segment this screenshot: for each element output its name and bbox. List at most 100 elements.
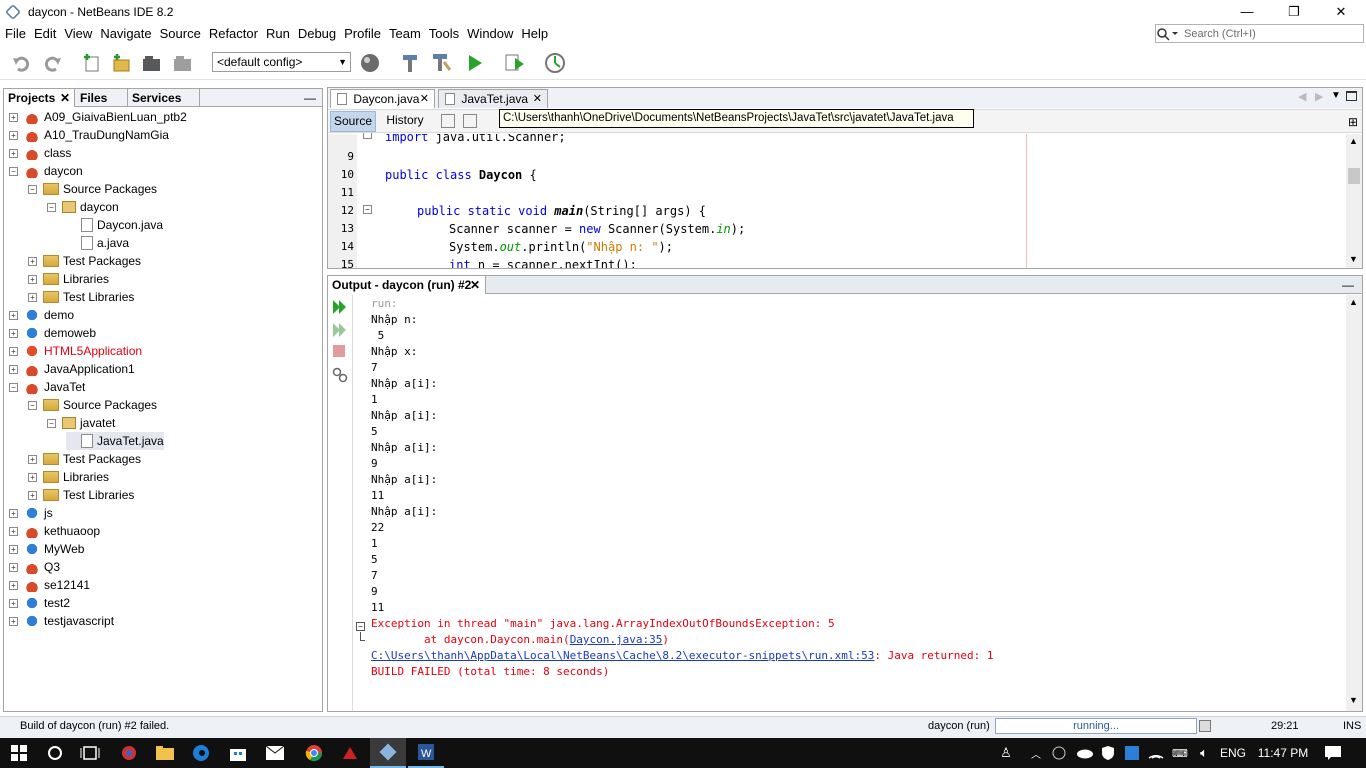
tree-node[interactable]: + Test Libraries <box>28 486 134 504</box>
maximize-window-icon[interactable] <box>1346 91 1357 101</box>
expand-icon[interactable]: + <box>9 562 18 572</box>
menu-view[interactable]: View <box>60 23 96 45</box>
tab-scroll-right-icon[interactable]: ▶ <box>1315 90 1323 103</box>
expand-icon[interactable]: + <box>9 544 18 554</box>
new-project-icon[interactable] <box>110 52 132 74</box>
expand-icon[interactable]: + <box>9 112 18 122</box>
chrome-icon[interactable] <box>303 738 325 768</box>
stack-trace-link[interactable]: Daycon.java:35 <box>570 633 663 646</box>
menu-window[interactable]: Window <box>463 23 517 45</box>
expand-icon[interactable]: + <box>28 292 37 302</box>
config-select[interactable]: <default config> ▼ <box>212 52 351 72</box>
menu-file[interactable]: File <box>1 23 30 45</box>
collapse-icon[interactable]: − <box>47 418 56 428</box>
close-tab-icon[interactable]: ✕ <box>533 90 542 108</box>
collapse-icon[interactable]: − <box>9 166 18 176</box>
back-icon[interactable] <box>441 114 455 128</box>
expand-icon[interactable]: + <box>9 580 18 590</box>
wifi-icon[interactable] <box>1146 738 1166 768</box>
clean-build-icon[interactable] <box>430 52 452 74</box>
expand-icon[interactable]: + <box>9 148 18 158</box>
running-task-label[interactable]: daycon (run) <box>928 720 990 732</box>
expand-icon[interactable]: + <box>9 526 18 536</box>
tab-services[interactable]: Services <box>128 89 200 107</box>
people-icon[interactable]: ♙ <box>996 738 1016 768</box>
onedrive-icon[interactable] <box>1074 738 1096 768</box>
expand-icon[interactable]: + <box>9 598 18 608</box>
close-project-icon[interactable] <box>172 52 194 74</box>
tree-node[interactable]: + kethuaoop <box>9 522 100 540</box>
expand-icon[interactable]: + <box>9 328 18 338</box>
menu-refactor[interactable]: Refactor <box>205 23 262 45</box>
expand-icon[interactable]: + <box>28 454 37 464</box>
browser-globe-icon[interactable] <box>360 52 382 74</box>
tree-node[interactable]: a.java <box>66 234 129 252</box>
expand-icon[interactable]: + <box>28 472 37 482</box>
tree-node[interactable]: + Libraries <box>28 270 109 288</box>
menu-edit[interactable]: Edit <box>30 23 60 45</box>
new-file-icon[interactable] <box>81 52 103 74</box>
menu-team[interactable]: Team <box>385 23 425 45</box>
profile-icon[interactable] <box>545 52 567 74</box>
action-center-icon[interactable] <box>1322 738 1344 768</box>
scroll-down-icon[interactable]: ▼ <box>1349 254 1358 264</box>
minimize-output-button[interactable]: — <box>1342 276 1354 294</box>
expand-icon[interactable]: + <box>9 310 18 320</box>
forward-icon[interactable] <box>463 114 477 128</box>
volume-icon[interactable]: 🔈︎ <box>1194 738 1214 768</box>
app-icon[interactable] <box>118 738 140 768</box>
scroll-up-icon[interactable]: ▲ <box>1349 136 1358 146</box>
tab-scroll-left-icon[interactable]: ◀ <box>1298 90 1306 103</box>
app-icon[interactable] <box>339 738 361 768</box>
task-view-icon[interactable] <box>79 738 101 768</box>
fold-toggle-icon[interactable]: − <box>356 622 365 631</box>
clock[interactable]: 11:47 PM <box>1254 738 1312 768</box>
tree-node[interactable]: − daycon <box>47 198 119 216</box>
tree-node[interactable]: + testjavascript <box>9 612 114 630</box>
tree-node[interactable]: + se12141 <box>9 576 90 594</box>
tree-node[interactable]: − JavaTet <box>9 378 85 396</box>
scroll-down-icon[interactable]: ▼ <box>1349 695 1358 705</box>
tree-node[interactable]: + A10_TrauDungNamGia <box>9 126 169 144</box>
expand-icon[interactable]: + <box>28 490 37 500</box>
expand-icon[interactable]: + <box>28 274 37 284</box>
maximize-button[interactable]: ❐ <box>1271 0 1317 23</box>
collapse-icon[interactable]: − <box>28 184 37 194</box>
rerun-icon[interactable] <box>332 299 348 318</box>
tree-node[interactable]: + MyWeb <box>9 540 84 558</box>
history-button[interactable]: History <box>382 111 428 132</box>
tab-files[interactable]: Files <box>76 89 128 107</box>
tree-node[interactable]: + demoweb <box>9 324 96 342</box>
tray-app-icon[interactable] <box>1122 738 1142 768</box>
run-xml-link[interactable]: C:\Users\thanh\AppData\Local\NetBeans\Ca… <box>371 649 874 662</box>
run-icon[interactable] <box>466 52 488 74</box>
menu-source[interactable]: Source <box>156 23 205 45</box>
tree-node[interactable]: + Test Libraries <box>28 288 134 306</box>
tree-node[interactable]: + A09_GiaivaBienLuan_ptb2 <box>9 108 187 126</box>
cancel-task-icon[interactable] <box>1199 720 1211 732</box>
mail-icon[interactable] <box>264 738 286 768</box>
menu-run[interactable]: Run <box>262 23 294 45</box>
collapse-icon[interactable]: − <box>28 400 37 410</box>
redo-icon[interactable] <box>41 52 63 74</box>
word-icon[interactable]: W <box>408 738 444 768</box>
output-text[interactable]: run: Nhập n: 5 Nhập x: 7 Nhập a[i]: 1 Nhập a[i… <box>371 296 994 680</box>
tree-node[interactable]: + JavaApplication1 <box>9 360 135 378</box>
tree-node[interactable]: + class <box>9 144 71 162</box>
tree-node[interactable]: + HTML5Application <box>9 342 142 360</box>
tree-node[interactable]: − daycon <box>9 162 83 180</box>
close-button[interactable]: ✕ <box>1318 0 1364 23</box>
expand-icon[interactable]: + <box>9 364 18 374</box>
output-settings-icon[interactable] <box>332 367 348 386</box>
tree-node[interactable]: − Source Packages <box>28 180 157 198</box>
search-input[interactable]: Search (Ctrl+I) <box>1155 24 1364 43</box>
code-area[interactable]: import java.util.Scanner; public class D… <box>361 134 1321 268</box>
tree-node[interactable]: + js <box>9 504 53 522</box>
file-explorer-icon[interactable] <box>154 738 176 768</box>
tree-node[interactable]: + Test Packages <box>28 450 141 468</box>
store-icon[interactable] <box>227 738 249 768</box>
scroll-up-icon[interactable]: ▲ <box>1349 297 1358 307</box>
tab-list-dropdown-icon[interactable]: ▼ <box>1331 90 1341 101</box>
tree-node[interactable]: + Test Packages <box>28 252 141 270</box>
expand-icon[interactable]: + <box>9 130 18 140</box>
